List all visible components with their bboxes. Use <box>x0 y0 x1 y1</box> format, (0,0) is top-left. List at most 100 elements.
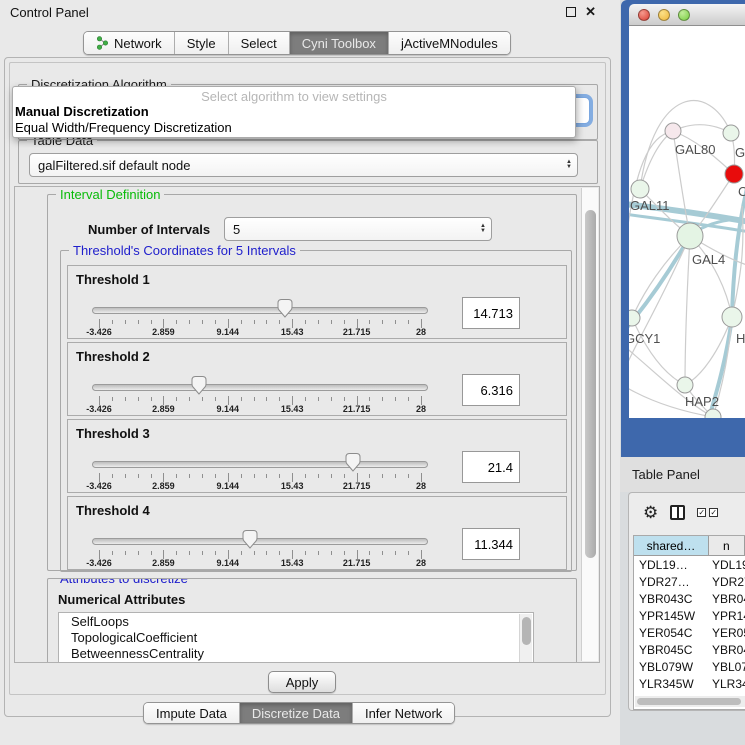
num-intervals-value: 5 <box>233 222 240 237</box>
table-panel-title: Table Panel <box>632 467 700 482</box>
node-hap2[interactable] <box>677 377 693 393</box>
node-label-gal11: GAL11 <box>630 198 670 213</box>
split-columns-icon[interactable] <box>670 505 685 520</box>
right-column: GAL80 GAL11 GAL4 GCY1 HAP2 GA C H Table … <box>620 0 745 745</box>
scrollbar-thumb[interactable] <box>637 698 741 705</box>
tab-select[interactable]: Select <box>228 32 289 54</box>
tab-cyni-toolbox[interactable]: Cyni Toolbox <box>289 32 388 54</box>
threshold-3-value-field[interactable]: 21.4 <box>462 451 520 483</box>
threshold-3-slider-thumb[interactable] <box>346 453 361 472</box>
tab-network[interactable]: Network <box>84 32 174 54</box>
list-item[interactable]: TopologicalCoefficient <box>59 629 533 645</box>
tab-jactivemnodules[interactable]: jActiveMNodules <box>388 32 510 54</box>
float-window-icon[interactable] <box>566 7 576 17</box>
dropdown-option-equal-width-frequency[interactable]: Equal Width/Frequency Discretization <box>13 120 575 136</box>
table-row[interactable]: YDL19…YDL19… <box>634 556 745 573</box>
threshold-panel-4: Threshold 4 -3.426 2.859 9.144 15.43 21.… <box>67 496 567 570</box>
threshold-3-tick-labels: -3.426 2.859 9.144 15.43 21.715 28 <box>99 481 421 491</box>
table-row[interactable]: YBR043CYBR043C <box>634 590 745 607</box>
checkbox-icon[interactable]: ✓ <box>709 508 718 517</box>
table-row[interactable]: YLR345WYLR345W <box>634 675 745 692</box>
top-tab-bar: Network Style Select Cyni Toolbox jActiv… <box>83 31 511 55</box>
interval-definition-group: Interval Definition Number of Intervals … <box>47 194 577 571</box>
node-partial-bottom[interactable] <box>705 409 721 418</box>
tab-discretize-data[interactable]: Discretize Data <box>239 703 352 723</box>
node-selected-red[interactable] <box>725 165 743 183</box>
thresholds-group-title: Threshold's Coordinates for 5 Intervals <box>69 243 300 258</box>
list-item[interactable]: SelfLoops <box>59 613 533 629</box>
threshold-panel-3: Threshold 3 -3.426 2.859 9.144 15.43 21.… <box>67 419 567 493</box>
apply-button[interactable]: Apply <box>268 671 336 693</box>
close-traffic-light-icon[interactable] <box>638 9 650 21</box>
table-rows: YDL19…YDL19… YDR27…YDR27… YBR043CYBR043C… <box>634 556 745 694</box>
attributes-group: Attributes to discretize Numerical Attri… <box>47 578 577 663</box>
close-icon[interactable]: ✕ <box>585 6 596 17</box>
algorithm-dropdown-popup: Select algorithm to view settings Manual… <box>12 86 576 138</box>
threshold-2-tick-labels: -3.426 2.859 9.144 15.43 21.715 28 <box>99 404 421 414</box>
table-row[interactable]: YIL053CYIL053C <box>634 692 745 694</box>
table-row[interactable]: YBL079WYBL079W <box>634 658 745 675</box>
tab-infer-network[interactable]: Infer Network <box>352 703 454 723</box>
table-panel-toolbar: ⚙ ✓ ✓ <box>629 497 745 527</box>
attributes-list-scrollbar[interactable] <box>519 614 532 663</box>
minimize-traffic-light-icon[interactable] <box>658 9 670 21</box>
node-gal11[interactable] <box>631 180 649 198</box>
num-intervals-combobox[interactable]: 5 ▲▼ <box>224 217 492 241</box>
threshold-2-label: Threshold 2 <box>76 349 150 364</box>
threshold-4-value-field[interactable]: 11.344 <box>462 528 520 560</box>
threshold-panel-1: Threshold 1 -3.426 2.859 9.144 15.43 21.… <box>67 265 567 339</box>
gear-icon[interactable]: ⚙ <box>643 504 658 521</box>
threshold-4-slider-thumb[interactable] <box>243 530 258 549</box>
node-partial-top-right[interactable] <box>723 125 739 141</box>
tab-impute-data[interactable]: Impute Data <box>144 703 239 723</box>
numerical-attributes-list[interactable]: SelfLoops TopologicalCoefficient Between… <box>58 612 534 663</box>
settings-vertical-scrollbar[interactable] <box>581 188 598 661</box>
threshold-1-tick-labels: -3.426 2.859 9.144 15.43 21.715 28 <box>99 327 421 337</box>
threshold-1-slider-thumb[interactable] <box>277 299 292 318</box>
scrollbar-thumb[interactable] <box>585 210 596 558</box>
column-header-name[interactable]: n <box>709 536 745 555</box>
node-label-partial-h: H <box>736 331 745 346</box>
network-canvas[interactable]: GAL80 GAL11 GAL4 GCY1 HAP2 GA C H <box>629 26 745 418</box>
node-gcy1[interactable] <box>629 310 640 326</box>
node-gal80[interactable] <box>665 123 681 139</box>
table-row[interactable]: YER054CYER054C <box>634 624 745 641</box>
threshold-3-label: Threshold 3 <box>76 426 150 441</box>
dropdown-option-manual-discretization[interactable]: Manual Discretization <box>13 104 575 120</box>
thresholds-group: Threshold's Coordinates for 5 Intervals … <box>60 250 572 572</box>
network-graph: GAL80 GAL11 GAL4 GCY1 HAP2 GA C H <box>629 26 745 418</box>
table-header-row: shared… n <box>634 536 745 556</box>
node-label-gal4: GAL4 <box>692 252 725 267</box>
combo-stepper-icon: ▲▼ <box>566 160 572 170</box>
node-gal4[interactable] <box>677 223 703 249</box>
table-row[interactable]: YDR27…YDR27… <box>634 573 745 590</box>
network-view-window[interactable]: GAL80 GAL11 GAL4 GCY1 HAP2 GA C H <box>621 0 745 457</box>
list-item[interactable]: BetweennessCentrality <box>59 645 533 661</box>
node-label-gcy1: GCY1 <box>629 331 660 346</box>
table-row[interactable]: YBR045CYBR045C <box>634 641 745 658</box>
table-data-combobox-value: galFiltered.sif default node <box>38 158 190 173</box>
table-horizontal-scrollbar[interactable] <box>635 696 745 707</box>
threshold-1-value-field[interactable]: 14.713 <box>462 297 520 329</box>
column-header-shared-name[interactable]: shared… <box>634 536 709 555</box>
zoom-traffic-light-icon[interactable] <box>678 9 690 21</box>
threshold-4-tick-labels: -3.426 2.859 9.144 15.43 21.715 28 <box>99 558 421 568</box>
node-right[interactable] <box>722 307 742 327</box>
table-row[interactable]: YPR145WYPR145W <box>634 607 745 624</box>
network-window-titlebar[interactable] <box>629 4 745 26</box>
table-data-combobox[interactable]: galFiltered.sif default node ▲▼ <box>29 153 578 177</box>
threshold-4-label: Threshold 4 <box>76 503 150 518</box>
attributes-group-title: Attributes to discretize <box>56 578 192 586</box>
checkbox-icon[interactable]: ✓ <box>697 508 706 517</box>
threshold-2-slider-thumb[interactable] <box>191 376 206 395</box>
panel-title: Control Panel <box>10 5 89 20</box>
settings-scrollpane: Interval Definition Number of Intervals … <box>14 186 600 663</box>
threshold-2-value-field[interactable]: 6.316 <box>462 374 520 406</box>
threshold-panel-2: Threshold 2 -3.426 2.859 9.144 15.43 21.… <box>67 342 567 416</box>
dropdown-placeholder-option[interactable]: Select algorithm to view settings <box>13 87 575 104</box>
node-label-gal80: GAL80 <box>675 142 715 157</box>
combo-stepper-icon: ▲▼ <box>480 224 486 234</box>
threshold-1-label: Threshold 1 <box>76 272 150 287</box>
tab-style[interactable]: Style <box>174 32 228 54</box>
node-label-hap2: HAP2 <box>685 394 719 409</box>
